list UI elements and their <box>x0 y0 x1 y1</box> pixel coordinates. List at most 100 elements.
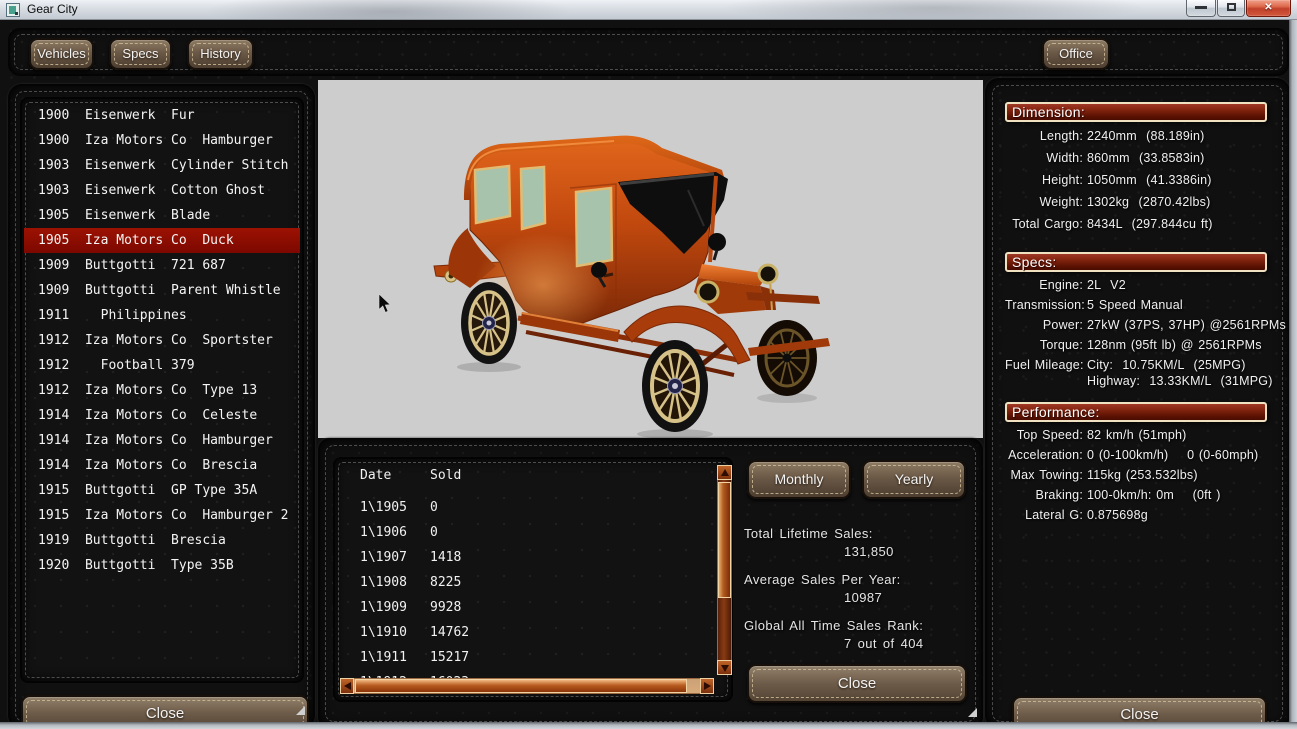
detail-section: Performance:Top Speed:82 km/h (51mph)Acc… <box>1005 402 1271 525</box>
stat-value: 7 out of 404 <box>744 636 982 651</box>
vehicle-list-item[interactable]: 1914 Iza Motors Co Hamburger <box>24 428 300 453</box>
stat-value: 131,850 <box>744 544 982 559</box>
horizontal-scrollbar[interactable] <box>340 678 714 694</box>
scrollbar-thumb[interactable] <box>718 482 731 598</box>
resize-grip[interactable] <box>296 706 305 715</box>
scroll-right-arrow[interactable] <box>700 678 714 694</box>
detail-label: Transmission: <box>1005 295 1083 315</box>
sales-table-header: DateSold <box>339 463 727 488</box>
nav-specs-button[interactable]: Specs <box>109 38 172 70</box>
nav-office-button[interactable]: Office <box>1042 38 1110 70</box>
cell-sold: 0 <box>430 525 438 540</box>
detail-row: Fuel Mileage:City: 10.75KM/L (25MPG)High… <box>1005 355 1271 391</box>
sales-table-row[interactable]: 1\19050 <box>339 495 727 520</box>
sales-stats: Total Lifetime Sales: 131,850 Average Sa… <box>744 526 982 664</box>
detail-value: 82 km/h (51mph) <box>1087 425 1271 445</box>
vehicle-list-item[interactable]: 1905 Iza Motors Co Duck <box>24 228 300 253</box>
vertical-scrollbar[interactable] <box>717 465 732 675</box>
window-border-bottom[interactable] <box>0 722 1297 729</box>
detail-label: Max Towing: <box>1005 465 1083 485</box>
vehicle-3d-viewport[interactable] <box>318 80 983 438</box>
vehicle-list-item[interactable]: 1903 Eisenwerk Cylinder Stitch <box>24 153 300 178</box>
vehicle-list-item[interactable]: 1905 Eisenwerk Blade <box>24 203 300 228</box>
sales-table-box: DateSold 1\190501\190601\190714181\19088… <box>333 457 733 702</box>
detail-label: Lateral G: <box>1005 505 1083 525</box>
detail-value: 128nm (95ft lb) @ 2561RPMs <box>1087 335 1271 355</box>
nav-history-button[interactable]: History <box>187 38 254 70</box>
sales-table-row[interactable]: 1\19099928 <box>339 595 727 620</box>
cell-sold: 8225 <box>430 575 461 590</box>
vehicle-list-item[interactable]: 1909 Buttgotti 721 687 <box>24 253 300 278</box>
maximize-icon <box>1227 3 1236 11</box>
window-title: Gear City <box>27 2 78 16</box>
resize-grip[interactable] <box>968 708 977 717</box>
cell-date: 1\1910 <box>360 620 430 645</box>
scroll-up-arrow[interactable] <box>717 465 732 480</box>
detail-value: 115kg (253.532lbs) <box>1087 465 1271 485</box>
vehicle-render <box>318 80 983 438</box>
sales-table-row[interactable]: 1\191014762 <box>339 620 727 645</box>
monthly-button[interactable]: Monthly <box>747 460 851 499</box>
cell-sold: 15217 <box>430 650 469 665</box>
titlebar[interactable]: Gear City ✕ <box>0 0 1297 20</box>
yearly-button[interactable]: Yearly <box>862 460 966 499</box>
scroll-left-arrow[interactable] <box>340 678 354 694</box>
vehicle-list-item[interactable]: 1920 Buttgotti Type 35B <box>24 553 300 578</box>
section-rows: Engine:2L V2Transmission:5 Speed ManualP… <box>1005 275 1271 391</box>
nav-vehicles-button[interactable]: Vehicles <box>29 38 94 70</box>
vehicle-list-item[interactable]: 1903 Eisenwerk Cotton Ghost <box>24 178 300 203</box>
detail-row: Top Speed:82 km/h (51mph) <box>1005 425 1271 445</box>
detail-value: 100-0km/h: 0m (0ft ) <box>1087 485 1271 505</box>
sales-table-row[interactable]: 1\19060 <box>339 520 727 545</box>
detail-label: Length: <box>1005 125 1083 147</box>
detail-row: Braking:100-0km/h: 0m (0ft ) <box>1005 485 1271 505</box>
section-rows: Top Speed:82 km/h (51mph)Acceleration:0 … <box>1005 425 1271 525</box>
detail-row: Max Towing:115kg (253.532lbs) <box>1005 465 1271 485</box>
detail-value-line2: Highway: 13.33KM/L (31MPG) <box>1087 371 1273 391</box>
vehicle-list-item[interactable]: 1919 Buttgotti Brescia <box>24 528 300 553</box>
minimize-icon <box>1195 6 1207 9</box>
detail-value: 860mm (33.8583in) <box>1087 147 1271 169</box>
sales-table-row[interactable]: 1\191115217 <box>339 645 727 670</box>
vehicle-list-item[interactable]: 1900 Eisenwerk Fur <box>24 103 300 128</box>
sales-table-row[interactable]: 1\19071418 <box>339 545 727 570</box>
sales-close-button[interactable]: Close <box>747 664 967 703</box>
total-lifetime-sales: Total Lifetime Sales: 131,850 <box>744 526 982 559</box>
minimize-button[interactable] <box>1186 0 1216 17</box>
detail-label: Total Cargo: <box>1005 213 1083 235</box>
close-window-button[interactable]: ✕ <box>1246 0 1291 17</box>
detail-row: Transmission:5 Speed Manual <box>1005 295 1271 315</box>
sales-table-row[interactable]: 1\19088225 <box>339 570 727 595</box>
vehicle-list-item[interactable]: 1912 Iza Motors Co Type 13 <box>24 378 300 403</box>
vehicle-list-item[interactable]: 1900 Iza Motors Co Hamburger <box>24 128 300 153</box>
detail-label: Width: <box>1005 147 1083 169</box>
detail-row: Length:2240mm (88.189in) <box>1005 125 1271 147</box>
vehicle-list-item[interactable]: 1914 Iza Motors Co Brescia <box>24 453 300 478</box>
vehicle-list-item[interactable]: 1912 Football 379 <box>24 353 300 378</box>
scroll-down-arrow[interactable] <box>717 660 732 675</box>
average-sales-per-year: Average Sales Per Year: 10987 <box>744 572 982 605</box>
detail-value: 0 (0-100km/h) 0 (0-60mph) <box>1087 445 1271 465</box>
cell-sold: 14762 <box>430 625 469 640</box>
stat-label: Global All Time Sales Rank: <box>744 618 982 633</box>
cell-sold: 1418 <box>430 550 461 565</box>
detail-value: 27kW (37PS, 37HP) @2561RPMs <box>1087 315 1286 335</box>
vehicle-list-item[interactable]: 1912 Iza Motors Co Sportster <box>24 328 300 353</box>
maximize-button[interactable] <box>1217 0 1245 17</box>
cell-sold: 0 <box>430 500 438 515</box>
detail-row: Engine:2L V2 <box>1005 275 1271 295</box>
detail-value: 2240mm (88.189in) <box>1087 125 1271 147</box>
scrollbar-thumb[interactable] <box>355 679 687 693</box>
vehicle-list-item[interactable]: 1909 Buttgotti Parent Whistle <box>24 278 300 303</box>
cell-date: 1\1908 <box>360 570 430 595</box>
vehicle-list-item[interactable]: 1911 Philippines <box>24 303 300 328</box>
vehicle-list-panel: 1900 Eisenwerk Fur1900 Iza Motors Co Ham… <box>8 84 315 729</box>
window-border-right[interactable] <box>1289 20 1297 729</box>
stat-value: 10987 <box>744 590 982 605</box>
detail-row: Torque:128nm (95ft lb) @ 2561RPMs <box>1005 335 1271 355</box>
gear-city-window: { "window": { "title": "Gear City", "min… <box>0 0 1297 729</box>
detail-value: 1302kg (2870.42lbs) <box>1087 191 1271 213</box>
vehicle-list-item[interactable]: 1914 Iza Motors Co Celeste <box>24 403 300 428</box>
vehicle-list-item[interactable]: 1915 Buttgotti GP Type 35A <box>24 478 300 503</box>
vehicle-list-item[interactable]: 1915 Iza Motors Co Hamburger 2 <box>24 503 300 528</box>
